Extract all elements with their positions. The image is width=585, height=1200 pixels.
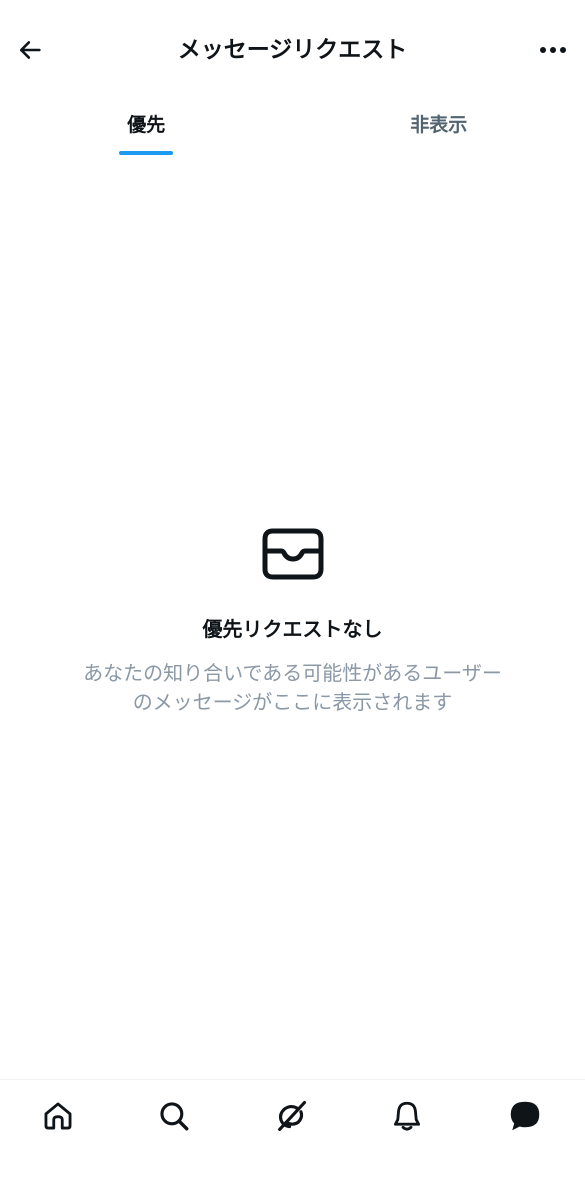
grok-icon [278, 1100, 307, 1132]
tab-bar: 優先 非表示 [0, 100, 585, 158]
nav-home[interactable] [36, 1094, 80, 1138]
empty-state-description: あなたの知り合いである可能性があるユーザー のメッセージがここに表示されます [43, 659, 543, 717]
tab-hidden[interactable]: 非表示 [293, 100, 585, 158]
empty-state-description-line-1: あなたの知り合いである可能性があるユーザー [83, 661, 502, 685]
nav-search[interactable] [152, 1094, 196, 1138]
bottom-navigation [0, 1079, 585, 1200]
tab-priority-label: 優先 [127, 114, 166, 136]
inbox-tray-icon [262, 528, 323, 580]
more-horizontal-icon [540, 47, 566, 53]
active-tab-indicator [119, 151, 174, 155]
notifications-bell-icon [393, 1101, 421, 1131]
top-app-bar: メッセージリクエスト [0, 0, 585, 100]
nav-messages[interactable] [503, 1094, 547, 1138]
home-icon [44, 1102, 72, 1130]
messages-icon [510, 1101, 540, 1131]
empty-state-description-line-2: のメッセージがここに表示されます [132, 690, 453, 714]
tab-priority[interactable]: 優先 [0, 100, 293, 158]
nav-notifications[interactable] [385, 1094, 429, 1138]
tab-hidden-label: 非表示 [410, 114, 468, 136]
nav-grok[interactable] [269, 1094, 313, 1138]
empty-state: 優先リクエストなし あなたの知り合いである可能性があるユーザー のメッセージがこ… [0, 525, 585, 717]
more-options-button[interactable] [533, 32, 573, 68]
search-icon [160, 1102, 189, 1131]
page-title: メッセージリクエスト [177, 37, 408, 63]
empty-state-title: 優先リクエストなし [202, 617, 383, 641]
